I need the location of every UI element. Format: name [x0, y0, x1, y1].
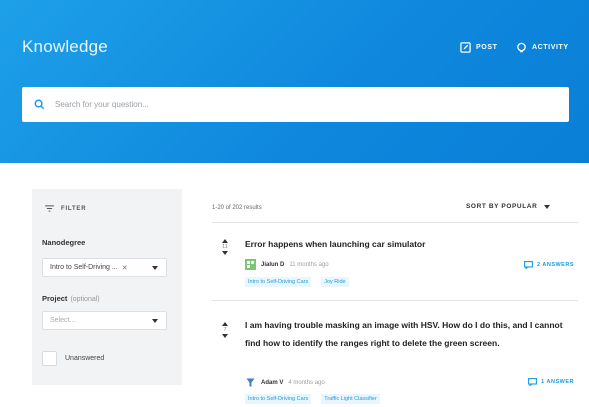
project-optional-text: (optional) — [70, 296, 100, 303]
question-item[interactable]: 7 I am having trouble masking an image w… — [212, 300, 578, 407]
author-name[interactable]: Jialun D — [261, 262, 284, 268]
nanodegree-value: Intro to Self-Driving ... — [50, 264, 118, 271]
tag[interactable]: Traffic Light Classifier — [321, 394, 380, 404]
tag-list: Intro to Self-Driving Cars Traffic Light… — [245, 394, 380, 404]
edit-icon — [460, 42, 471, 53]
tag[interactable]: Intro to Self-Driving Cars — [245, 277, 312, 287]
chevron-down-icon — [544, 204, 551, 209]
user-avatar-icon — [245, 259, 256, 270]
search-bar[interactable] — [22, 87, 569, 122]
activity-button[interactable]: ACTIVITY — [516, 42, 569, 53]
filter-icon — [45, 205, 54, 212]
post-label: POST — [476, 44, 498, 51]
search-input[interactable] — [55, 94, 535, 115]
nanodegree-label: Nanodegree — [42, 238, 86, 247]
tag[interactable]: Joy Ride — [321, 277, 349, 287]
chevron-down-icon — [152, 266, 158, 270]
answers-link[interactable]: 1 ANSWER — [528, 378, 574, 386]
activity-icon — [517, 42, 526, 53]
vote-count: 11 — [222, 244, 228, 250]
post-time: 4 months ago — [288, 379, 325, 386]
question-meta: Adam V 4 months ago — [245, 377, 325, 388]
downvote-icon[interactable] — [222, 251, 228, 255]
vote-control: 11 — [218, 239, 232, 255]
question-meta: Jialun D 11 months ago — [245, 259, 329, 270]
vote-count: 7 — [223, 327, 227, 333]
nanodegree-select[interactable]: Intro to Self-Driving ... ✕ — [42, 258, 167, 277]
question-title[interactable]: I am having trouble masking an image wit… — [245, 317, 565, 352]
project-placeholder: Select... — [50, 317, 76, 324]
avatar — [245, 259, 256, 270]
avatar — [245, 377, 256, 388]
sort-label: SORT BY POPULAR — [466, 203, 538, 210]
brand-title: Knowledge — [22, 37, 108, 56]
project-label-text: Project — [42, 294, 68, 303]
user-avatar-icon — [245, 377, 256, 388]
unanswered-label: Unanswered — [65, 355, 105, 362]
author-name[interactable]: Adam V — [261, 380, 283, 386]
clear-selection-icon[interactable]: ✕ — [122, 264, 128, 272]
filter-heading: FILTER — [45, 205, 86, 212]
answers-link[interactable]: 2 ANSWERS — [524, 261, 574, 269]
results-count: 1-20 of 202 results — [212, 205, 262, 211]
post-button[interactable]: POST — [460, 42, 497, 53]
tag[interactable]: Intro to Self-Driving Cars — [245, 394, 312, 404]
search-icon — [34, 99, 45, 110]
project-select[interactable]: Select... — [42, 311, 167, 330]
question-item[interactable]: 11 Error happens when launching car simu… — [212, 222, 578, 300]
comment-icon — [524, 261, 533, 269]
downvote-icon[interactable] — [222, 334, 228, 338]
tag-list: Intro to Self-Driving Cars Joy Ride — [245, 277, 349, 287]
activity-label: ACTIVITY — [532, 44, 569, 51]
vote-control: 7 — [218, 322, 232, 338]
answers-count: 1 ANSWER — [541, 379, 574, 385]
filter-heading-label: FILTER — [61, 205, 87, 212]
unanswered-filter[interactable]: Unanswered — [42, 351, 104, 366]
question-title[interactable]: Error happens when launching car simulat… — [245, 236, 565, 254]
comment-icon — [528, 378, 538, 386]
answers-count: 2 ANSWERS — [537, 262, 574, 268]
chevron-down-icon — [152, 319, 158, 323]
sort-dropdown[interactable]: SORT BY POPULAR — [466, 203, 551, 210]
unanswered-checkbox[interactable] — [42, 351, 57, 366]
filter-panel: FILTER Nanodegree Intro to Self-Driving … — [32, 189, 182, 385]
hero-header: Knowledge POST ACTIVITY — [0, 0, 589, 163]
post-time: 11 months ago — [289, 261, 329, 268]
project-label: Project (optional) — [42, 294, 100, 303]
